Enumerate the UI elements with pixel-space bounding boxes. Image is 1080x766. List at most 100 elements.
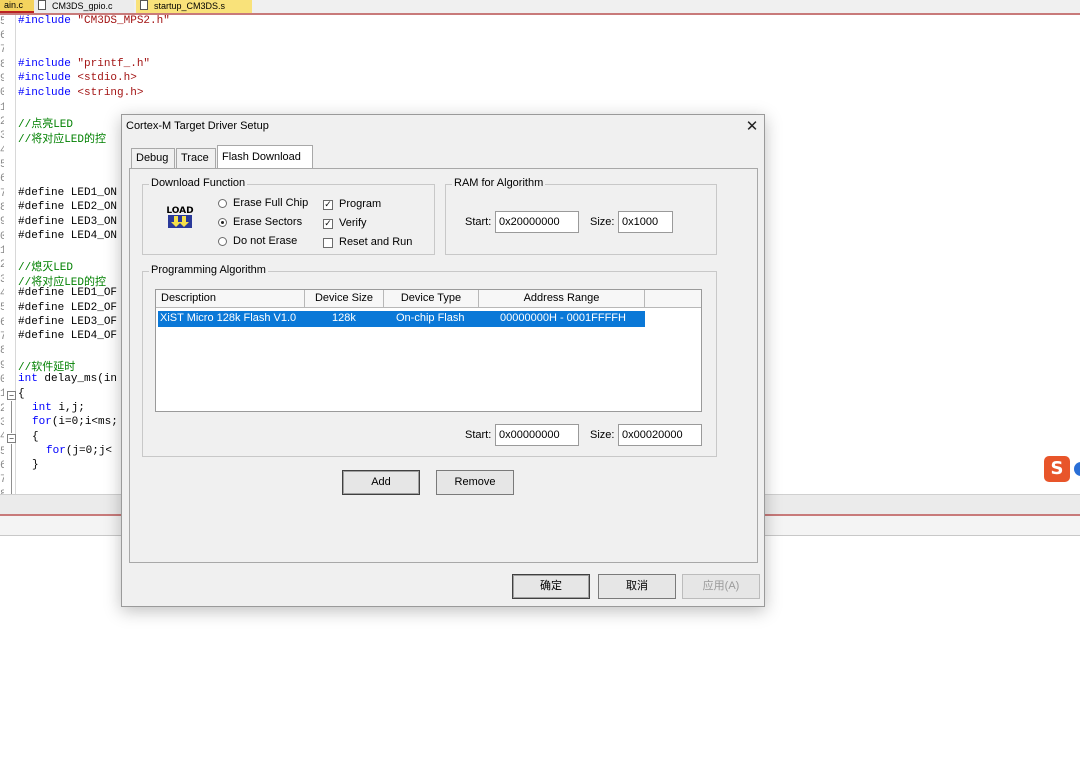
erase-sectors-radio[interactable]: [218, 218, 227, 227]
reset-and-run-checkbox[interactable]: [323, 238, 333, 248]
fold-guide: [11, 444, 12, 494]
do-not-erase-radio[interactable]: [218, 237, 227, 246]
ime-status-icon: [1074, 462, 1080, 476]
code-line: #include "printf_.h": [18, 58, 151, 70]
line-number: 1: [0, 388, 4, 400]
line-number: 7: [0, 474, 4, 486]
line-number: 5: [0, 159, 4, 171]
add-button[interactable]: Add: [342, 470, 420, 495]
line-number: 6: [0, 317, 4, 329]
erase-full-chip-radio[interactable]: [218, 199, 227, 208]
tab-flash-download[interactable]: Flash Download: [217, 145, 313, 169]
line-number: 2: [0, 403, 4, 415]
code-line: #include "CM3DS_MPS2.h": [18, 15, 170, 27]
code-line: #include <stdio.h>: [18, 72, 137, 84]
cell-device-size: 128k: [332, 312, 356, 324]
column-header-device-type[interactable]: Device Type: [384, 290, 479, 308]
group-label: RAM for Algorithm: [452, 177, 546, 189]
line-number: 5: [0, 16, 4, 28]
cancel-button[interactable]: 取消: [598, 574, 676, 599]
remove-button[interactable]: Remove: [436, 470, 514, 495]
load-icon-text: LOAD: [166, 206, 193, 216]
ok-button[interactable]: 确定: [512, 574, 590, 599]
column-header-address-range[interactable]: Address Range: [479, 290, 645, 308]
ram-start-label: Start:: [465, 216, 492, 228]
code-line: {: [32, 431, 39, 443]
code-line: }: [32, 459, 39, 471]
program-checkbox[interactable]: ✓: [323, 200, 333, 210]
cell-address-range: 00000000H - 0001FFFFH: [500, 312, 626, 324]
code-line: #define LED1_ON: [18, 187, 118, 199]
fold-toggle-icon[interactable]: −: [7, 434, 16, 443]
code-line: int delay_ms(in: [18, 373, 118, 385]
ime-indicator[interactable]: S: [1044, 456, 1080, 482]
line-number: 1: [0, 245, 4, 257]
code-line: {: [18, 388, 25, 400]
apply-button[interactable]: 应用(A): [682, 574, 760, 599]
do-not-erase-label: Do not Erase: [233, 235, 298, 247]
column-header-device-size[interactable]: Device Size: [305, 290, 384, 308]
line-number: 0: [0, 231, 4, 243]
verify-label: Verify: [339, 217, 367, 229]
algorithm-list[interactable]: Description Device Size Device Type Addr…: [155, 289, 702, 412]
algo-start-input[interactable]: [495, 424, 579, 446]
code-line: #define LED2_ON: [18, 201, 118, 213]
erase-full-chip-label: Erase Full Chip: [233, 197, 309, 209]
tab-label: ain.c: [4, 0, 24, 10]
line-number: 2: [0, 259, 4, 271]
algo-size-label: Size:: [590, 429, 615, 441]
line-number: 5: [0, 302, 4, 314]
line-number: 9: [0, 216, 4, 228]
line-gutter: 5 6 7 8 9 0 1 2 3 4 5 6 7 8 9 0 1 2 3 4 …: [0, 15, 16, 501]
line-number: 6: [0, 173, 4, 185]
line-number: 8: [0, 59, 4, 71]
ram-size-input[interactable]: [618, 211, 673, 233]
fold-toggle-icon[interactable]: −: [7, 391, 16, 400]
code-line: #define LED3_ON: [18, 216, 118, 228]
list-item-selected[interactable]: XiST Micro 128k Flash V1.0 128k On-chip …: [158, 311, 645, 327]
code-line: #define LED2_OF: [18, 302, 118, 314]
code-line: int i,j;: [32, 402, 85, 414]
dialog-title: Cortex-M Target Driver Setup: [126, 120, 269, 132]
line-number: 4: [0, 145, 4, 157]
line-number: 0: [0, 87, 4, 99]
line-number: 8: [0, 202, 4, 214]
file-icon: [140, 0, 148, 10]
code-comment: //熄灭LED: [18, 262, 74, 274]
code-line: for(i=0;i<ms;: [32, 416, 118, 428]
line-number: 3: [0, 274, 4, 286]
line-number: 7: [0, 188, 4, 200]
column-header-filler: [645, 290, 701, 308]
algo-start-label: Start:: [465, 429, 492, 441]
column-header-description[interactable]: Description: [156, 290, 305, 308]
editor-tab-bar: ain.c CM3DS_gpio.c startup_CM3DS.s: [0, 0, 1080, 13]
code-comment: //软件延时: [18, 362, 76, 374]
line-number: 7: [0, 331, 4, 343]
line-number: 4: [0, 431, 4, 443]
verify-checkbox[interactable]: ✓: [323, 219, 333, 229]
line-number: 7: [0, 44, 4, 56]
code-line: #define LED4_OF: [18, 330, 118, 342]
tab-trace[interactable]: Trace: [176, 148, 216, 168]
line-number: 3: [0, 417, 4, 429]
line-number: 6: [0, 30, 4, 42]
cell-description: XiST Micro 128k Flash V1.0: [160, 312, 297, 324]
tab-startup-cm3ds-s[interactable]: startup_CM3DS.s: [136, 0, 252, 13]
close-icon[interactable]: ✕: [744, 118, 760, 134]
code-line: #define LED3_OF: [18, 316, 118, 328]
code-line: #define LED1_OF: [18, 287, 118, 299]
fold-guide: [11, 401, 12, 433]
tab-debug[interactable]: Debug: [131, 148, 175, 168]
group-label: Programming Algorithm: [149, 264, 268, 276]
line-number: 9: [0, 360, 4, 372]
ram-start-input[interactable]: [495, 211, 579, 233]
file-icon: [38, 0, 46, 10]
tab-cm3ds-gpio-c[interactable]: CM3DS_gpio.c: [34, 0, 134, 13]
tab-main-c[interactable]: ain.c: [0, 0, 34, 13]
tab-label: CM3DS_gpio.c: [52, 1, 113, 11]
code-comment: //点亮LED: [18, 119, 74, 131]
erase-sectors-label: Erase Sectors: [233, 216, 303, 228]
algo-size-input[interactable]: [618, 424, 702, 446]
code-comment: //将对应LED的控: [18, 134, 107, 146]
line-number: 6: [0, 460, 4, 472]
